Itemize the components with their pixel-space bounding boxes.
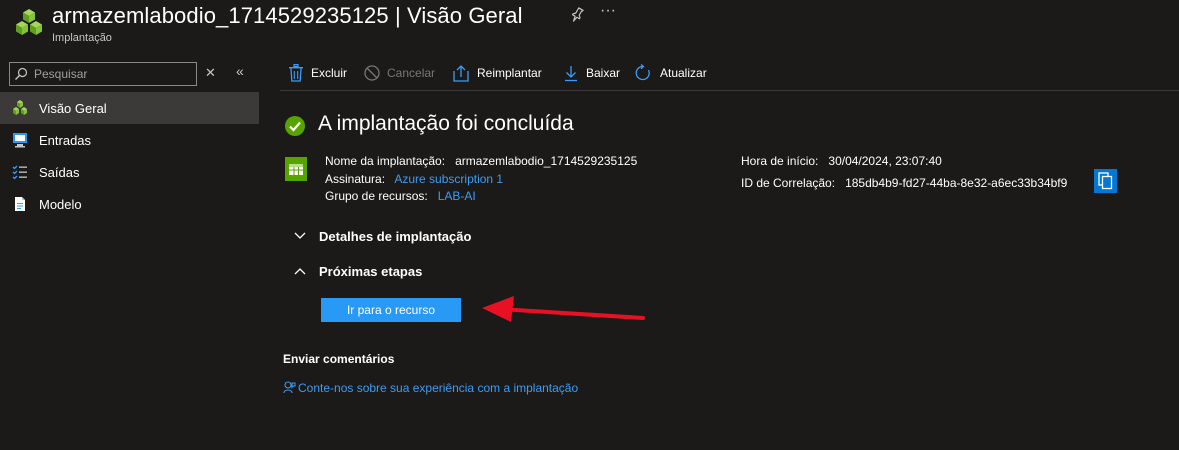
sidebar-item-overview[interactable]: Visão Geral [0, 92, 259, 124]
start-time-value: 30/04/2024, 23:07:40 [828, 154, 942, 168]
correlation-label: ID de Correlação: [741, 176, 836, 190]
feedback-icon [283, 381, 296, 394]
outputs-icon [12, 165, 27, 180]
trash-icon [289, 64, 303, 82]
sidebar-item-label: Visão Geral [39, 101, 107, 116]
search-input[interactable] [34, 65, 194, 83]
annotation-arrow [482, 296, 645, 322]
more-options-icon[interactable]: ··· [600, 2, 616, 20]
refresh-label: Atualizar [660, 66, 707, 80]
cubes-icon [13, 100, 27, 115]
collapse-sidebar-icon[interactable]: « [236, 63, 244, 79]
search-box[interactable] [9, 62, 197, 86]
cancel-label: Cancelar [387, 66, 436, 80]
subscription-label: Assinatura: [325, 172, 386, 186]
redeploy-label: Reimplantar [477, 66, 542, 80]
sidebar-item-outputs[interactable]: Saídas [0, 156, 259, 188]
delete-label: Excluir [311, 66, 348, 80]
page-subtitle: Implantação [52, 32, 112, 44]
inputs-icon [13, 133, 27, 148]
delete-button[interactable]: Excluir [288, 60, 360, 88]
download-label: Baixar [586, 66, 621, 80]
sidebar-item-label: Entradas [39, 133, 92, 148]
resource-group-row: Grupo de recursos: LAB-AI [325, 189, 476, 203]
deployment-name-value: armazemlabodio_1714529235125 [455, 154, 638, 168]
download-icon [565, 66, 577, 82]
cancel-button[interactable]: Cancelar [364, 60, 442, 88]
deployment-name-label: Nome da implantação: [325, 154, 446, 168]
template-icon [15, 197, 25, 211]
page-title: armazemlabodio_1714529235125 | Visão Ger… [52, 3, 523, 28]
resource-group-link[interactable]: LAB-AI [438, 189, 476, 203]
download-button[interactable]: Baixar [563, 60, 623, 88]
go-to-resource-button[interactable]: Ir para o recurso [321, 298, 461, 322]
copy-button[interactable] [1094, 169, 1117, 193]
sidebar-item-label: Modelo [39, 197, 82, 212]
start-time-row: Hora de início: 30/04/2024, 23:07:40 [741, 154, 942, 168]
deployment-icon [285, 157, 307, 181]
toolbar-divider [280, 90, 1179, 91]
correlation-value: 185db4b9-fd27-44ba-8e32-a6ec33b34bf9 [845, 176, 1068, 190]
subscription-row: Assinatura: Azure subscription 1 [325, 172, 503, 186]
subscription-link[interactable]: Azure subscription 1 [394, 172, 503, 186]
pin-icon[interactable] [569, 7, 585, 23]
sidebar-item-label: Saídas [39, 165, 80, 180]
command-bar: Excluir Cancelar Reimplantar Baixar Atua… [280, 60, 1179, 88]
resource-group-label: Grupo de recursos: [325, 189, 428, 203]
deployment-name-row: Nome da implantação: armazemlabodio_1714… [325, 154, 637, 168]
deployment-details-label: Detalhes de implantação [319, 229, 472, 244]
search-icon [15, 67, 28, 80]
deployment-details-section[interactable]: Detalhes de implantação [293, 229, 471, 244]
sidebar-item-template[interactable]: Modelo [0, 188, 259, 220]
next-steps-section[interactable]: Próximas etapas [293, 264, 422, 279]
start-time-label: Hora de início: [741, 154, 819, 168]
upload-icon [453, 65, 469, 82]
status-title: A implantação foi concluída [318, 112, 574, 135]
cancel-icon [364, 65, 380, 81]
copy-icon [1098, 172, 1113, 190]
feedback-link[interactable]: Conte-nos sobre sua experiência com a im… [283, 381, 578, 395]
redeploy-button[interactable]: Reimplantar [453, 60, 549, 88]
deployment-cubes-icon [16, 9, 42, 35]
refresh-icon [635, 64, 650, 81]
feedback-title: Enviar comentários [283, 352, 395, 366]
chevron-down-icon [294, 232, 306, 239]
page-header: armazemlabodio_1714529235125 | Visão Ger… [0, 0, 1179, 52]
sidebar: ✕ « Visão Geral Entradas Saídas [0, 58, 260, 450]
correlation-row: ID de Correlação: 185db4b9-fd27-44ba-8e3… [741, 176, 1067, 190]
next-steps-label: Próximas etapas [319, 264, 423, 279]
feedback-link-label: Conte-nos sobre sua experiência com a im… [298, 381, 579, 395]
sidebar-item-inputs[interactable]: Entradas [0, 124, 259, 156]
chevron-up-icon [294, 268, 306, 275]
clear-search-icon[interactable]: ✕ [205, 65, 216, 81]
success-check-icon [285, 116, 305, 136]
refresh-button[interactable]: Atualizar [635, 60, 715, 88]
